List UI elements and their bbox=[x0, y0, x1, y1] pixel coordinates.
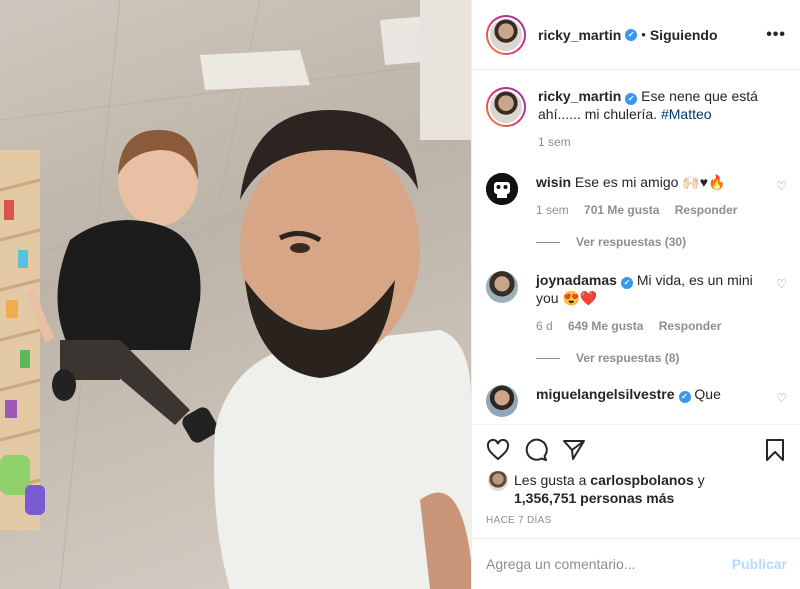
commenter-username[interactable]: miguelangelsilvestre bbox=[536, 386, 675, 402]
separator-dot: • bbox=[641, 27, 646, 42]
post-details-panel: ricky_martin ✓ • Siguiendo ••• ricky_mar… bbox=[471, 0, 800, 589]
comment-like-heart-icon[interactable]: ♡ bbox=[776, 179, 787, 193]
comment-text: Que bbox=[694, 386, 721, 402]
caption-author[interactable]: ricky_martin bbox=[538, 88, 621, 104]
comment-item: miguelangelsilvestre ✓ Que ♡ bbox=[486, 385, 787, 417]
likes-count[interactable]: 1,356,751 personas más bbox=[514, 490, 674, 506]
comment-likes[interactable]: 649 Me gusta bbox=[568, 319, 643, 333]
author-username[interactable]: ricky_martin bbox=[538, 27, 621, 43]
commenter-avatar[interactable] bbox=[486, 385, 518, 417]
verified-badge-icon: ✓ bbox=[625, 93, 638, 105]
likes-summary: Les gusta a carlospbolanos y 1,356,751 p… bbox=[486, 471, 787, 507]
post-photo[interactable] bbox=[0, 0, 471, 589]
replies-divider bbox=[536, 241, 560, 243]
caption-hashtag-link[interactable]: #Matteo bbox=[661, 106, 712, 122]
share-icon[interactable] bbox=[562, 438, 586, 462]
publish-button[interactable]: Publicar bbox=[732, 556, 787, 572]
liker-avatar[interactable] bbox=[488, 471, 508, 491]
commenter-avatar[interactable] bbox=[486, 173, 518, 205]
comments-list[interactable]: ricky_martin ✓ Ese nene que está ahí.....… bbox=[472, 71, 800, 424]
comment-item: joynadamas ✓ Mi vida, es un mini you 😍❤️ … bbox=[486, 271, 787, 335]
likes-prefix: Les gusta a bbox=[514, 472, 591, 488]
comment-like-heart-icon[interactable]: ♡ bbox=[776, 277, 787, 291]
comment-time: 6 d bbox=[536, 319, 553, 333]
comment-text: Ese es mi amigo 🙌🏻♥🔥 bbox=[574, 174, 726, 190]
caption: ricky_martin ✓ Ese nene que está ahí.....… bbox=[486, 87, 787, 151]
commenter-username[interactable]: joynadamas bbox=[536, 272, 617, 288]
comment-time: 1 sem bbox=[536, 203, 569, 217]
heart-icon[interactable] bbox=[486, 438, 510, 462]
verified-badge-icon: ✓ bbox=[625, 28, 638, 41]
view-replies-label: Ver respuestas (8) bbox=[576, 351, 680, 365]
comment-item: wisin Ese es mi amigo 🙌🏻♥🔥 1 sem 701 Me … bbox=[486, 173, 787, 219]
verified-badge-icon: ✓ bbox=[678, 391, 691, 403]
more-options-icon[interactable]: ••• bbox=[766, 26, 786, 44]
author-avatar[interactable] bbox=[486, 14, 526, 55]
bookmark-icon[interactable] bbox=[763, 438, 787, 462]
replies-divider bbox=[536, 357, 560, 359]
skull-logo-icon bbox=[486, 173, 518, 205]
liker-username[interactable]: carlospbolanos bbox=[590, 472, 693, 488]
verified-badge-icon: ✓ bbox=[620, 277, 633, 289]
caption-author-avatar[interactable] bbox=[486, 87, 526, 127]
comment-icon[interactable] bbox=[524, 438, 548, 462]
likes-connector: y bbox=[693, 472, 705, 488]
post-header: ricky_martin ✓ • Siguiendo ••• bbox=[472, 0, 800, 70]
photo-illustration bbox=[0, 0, 471, 589]
view-replies-button[interactable]: Ver respuestas (30) bbox=[536, 235, 787, 249]
comment-likes[interactable]: 701 Me gusta bbox=[584, 203, 659, 217]
view-replies-label: Ver respuestas (30) bbox=[576, 235, 687, 249]
comment-input[interactable] bbox=[486, 556, 732, 572]
view-replies-button[interactable]: Ver respuestas (8) bbox=[536, 351, 787, 365]
comment-like-heart-icon[interactable]: ♡ bbox=[776, 391, 787, 405]
reply-button[interactable]: Responder bbox=[675, 203, 738, 217]
add-comment-bar: Publicar bbox=[472, 538, 800, 589]
reply-button[interactable]: Responder bbox=[659, 319, 722, 333]
caption-time: 1 sem bbox=[538, 135, 571, 149]
post-date: HACE 7 DÍAS bbox=[486, 515, 552, 526]
commenter-username[interactable]: wisin bbox=[536, 174, 571, 190]
commenter-avatar[interactable] bbox=[486, 271, 518, 303]
following-button[interactable]: Siguiendo bbox=[650, 27, 718, 43]
post-actions: Les gusta a carlospbolanos y 1,356,751 p… bbox=[472, 424, 800, 526]
